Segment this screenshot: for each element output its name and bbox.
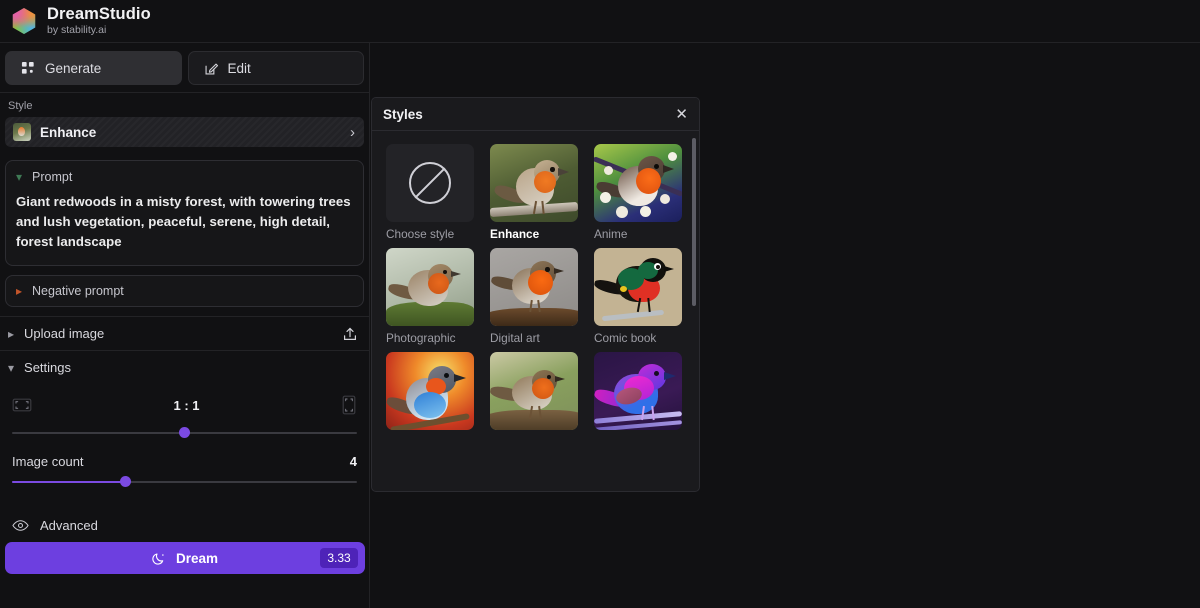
bird-artwork <box>594 248 682 326</box>
slider-fill <box>12 481 126 483</box>
style-card-label: Photographic <box>386 331 474 345</box>
landscape-frame-icon[interactable] <box>12 397 32 413</box>
slider-knob[interactable] <box>179 427 190 438</box>
top-bar: DreamStudio by stability.ai <box>0 0 1200 43</box>
style-card-label: Choose style <box>386 227 474 241</box>
bird-artwork <box>594 352 682 430</box>
upload-icon[interactable] <box>342 326 358 342</box>
left-sidebar: Generate Edit Style Enhance › ▾ <box>0 43 370 608</box>
bird-artwork <box>490 248 578 326</box>
style-selector[interactable]: Enhance › <box>5 117 364 147</box>
styles-panel-scrollbar[interactable] <box>692 138 696 306</box>
style-thumbnail <box>386 248 474 326</box>
style-selected-value: Enhance <box>40 125 350 140</box>
settings-body: 1 : 1 Image count 4 <box>0 384 369 489</box>
negative-prompt-box[interactable]: ▸ Negative prompt <box>5 275 364 307</box>
style-card-label: Comic book <box>594 331 682 345</box>
chevron-down-icon: ▾ <box>8 362 14 374</box>
style-thumbnail-icon <box>13 123 31 141</box>
tab-generate[interactable]: Generate <box>5 51 182 85</box>
prompt-box[interactable]: ▾ Prompt Giant redwoods in a misty fores… <box>5 160 364 266</box>
bird-artwork <box>490 352 578 430</box>
style-thumbnail <box>490 248 578 326</box>
style-card-choose-style[interactable]: Choose style <box>386 144 474 241</box>
style-card-row3-3[interactable] <box>594 352 682 435</box>
aspect-ratio-slider[interactable] <box>12 426 357 440</box>
brand: DreamStudio by stability.ai <box>47 6 151 36</box>
prompt-heading: Prompt <box>32 170 72 184</box>
dream-button[interactable]: Dream 3.33 <box>5 542 365 574</box>
style-card-label: Enhance <box>490 227 578 241</box>
aspect-ratio-value: 1 : 1 <box>32 398 341 413</box>
negative-prompt-header[interactable]: ▸ Negative prompt <box>16 284 124 298</box>
style-card-comic-book[interactable]: Comic book <box>594 248 682 345</box>
moon-icon <box>152 551 167 566</box>
style-thumbnail <box>594 352 682 430</box>
bird-artwork <box>490 144 578 222</box>
aspect-ratio-row: 1 : 1 <box>12 390 357 420</box>
style-thumbnail <box>490 144 578 222</box>
image-count-label: Image count <box>12 454 84 469</box>
chevron-right-icon: ▸ <box>16 285 22 297</box>
styles-panel-title: Styles <box>383 107 423 122</box>
dream-button-label: Dream <box>176 551 218 566</box>
bird-artwork <box>594 144 682 222</box>
image-count-value: 4 <box>350 454 357 469</box>
grid-icon <box>21 61 36 76</box>
style-card-digital-art[interactable]: Digital art <box>490 248 578 345</box>
style-thumbnail <box>386 352 474 430</box>
settings-label: Settings <box>24 360 71 375</box>
style-thumbnail <box>490 352 578 430</box>
style-thumbnail <box>594 248 682 326</box>
style-card-anime[interactable]: Anime <box>594 144 682 241</box>
styles-panel-header: Styles ✕ <box>372 98 699 131</box>
style-label: Style <box>5 100 364 117</box>
settings-row[interactable]: ▾ Settings <box>0 350 369 384</box>
style-card-row3-2[interactable] <box>490 352 578 435</box>
hexagon-gradient-logo-icon <box>11 8 37 34</box>
close-icon[interactable]: ✕ <box>675 107 688 122</box>
styles-grid: Choose style <box>386 144 685 435</box>
slider-knob[interactable] <box>120 476 131 487</box>
chevron-right-icon: ▸ <box>8 328 14 340</box>
advanced-row[interactable]: Advanced <box>0 507 369 543</box>
bird-artwork <box>386 248 474 326</box>
style-card-photographic[interactable]: Photographic <box>386 248 474 345</box>
styles-panel: Styles ✕ Choose style <box>371 97 700 492</box>
styles-panel-body: Choose style <box>372 132 699 491</box>
image-count-slider[interactable] <box>12 475 357 489</box>
advanced-label: Advanced <box>40 518 98 533</box>
mode-tabs: Generate Edit <box>0 43 369 92</box>
prompt-input[interactable]: Giant redwoods in a misty forest, with t… <box>16 192 353 252</box>
brand-name: DreamStudio <box>47 6 151 23</box>
chevron-down-icon: ▾ <box>16 171 22 183</box>
pencil-square-icon <box>204 61 219 76</box>
tab-edit[interactable]: Edit <box>188 51 365 85</box>
upload-image-row[interactable]: ▸ Upload image <box>0 316 369 350</box>
no-style-icon <box>409 162 451 204</box>
style-card-label: Digital art <box>490 331 578 345</box>
eye-icon <box>12 519 29 532</box>
bird-artwork <box>386 352 474 430</box>
upload-image-label: Upload image <box>24 326 104 341</box>
portrait-frame-icon[interactable] <box>341 395 357 415</box>
negative-prompt-heading: Negative prompt <box>32 284 124 298</box>
style-card-label: Anime <box>594 227 682 241</box>
tab-edit-label: Edit <box>228 61 251 76</box>
style-thumbnail <box>386 144 474 222</box>
credit-cost-badge: 3.33 <box>320 548 358 568</box>
style-card-row3-1[interactable] <box>386 352 474 435</box>
tab-generate-label: Generate <box>45 61 101 76</box>
image-count-row: Image count 4 <box>12 454 357 469</box>
style-card-enhance[interactable]: Enhance <box>490 144 578 241</box>
style-section: Style Enhance › <box>0 93 369 154</box>
chevron-right-icon: › <box>350 124 355 141</box>
dreamstudio-app: DreamStudio by stability.ai Generate <box>0 0 1200 608</box>
brand-subtitle: by stability.ai <box>47 25 151 36</box>
style-thumbnail <box>594 144 682 222</box>
prompt-header[interactable]: ▾ Prompt <box>16 170 353 184</box>
